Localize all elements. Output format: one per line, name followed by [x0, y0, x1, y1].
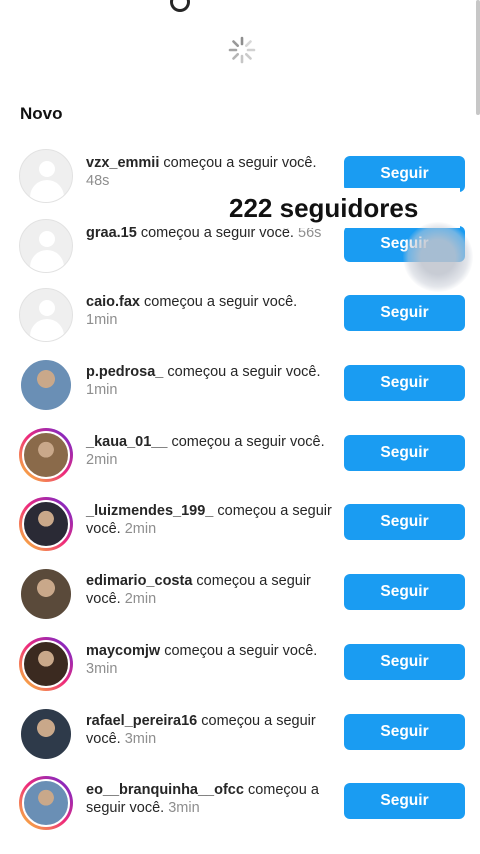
notification-text: rafael_pereira16 começou a seguir você. … [86, 712, 332, 748]
notification-row[interactable]: eo__branquinha__ofcc começou a seguir vo… [0, 767, 480, 837]
follow-button[interactable]: Seguir [344, 574, 465, 611]
notification-text: eo__branquinha__ofcc começou a seguir vo… [86, 781, 332, 817]
section-title-new: Novo [20, 104, 63, 123]
avatar[interactable] [19, 358, 73, 413]
notification-text: vzx_emmii começou a seguir você. 48s [86, 154, 332, 190]
avatar[interactable] [19, 706, 73, 761]
timestamp: 3min [86, 660, 118, 677]
loading-spinner-icon [228, 36, 256, 64]
username[interactable]: caio.fax [86, 294, 140, 310]
avatar[interactable] [19, 497, 73, 552]
touch-indicator [403, 222, 473, 292]
notification-row[interactable]: edimario_costa começou a seguir você. 2m… [0, 558, 480, 628]
notification-row[interactable]: maycomjw começou a seguir você. 3min Segu… [0, 628, 480, 698]
follow-button[interactable]: Seguir [344, 504, 465, 541]
follower-count-overlay: 222 seguidores [222, 188, 460, 228]
notification-text: p.pedrosa_ começou a seguir você. 1min [86, 363, 332, 399]
notification-text: _kaua_01__ começou a seguir você. 2min [86, 433, 332, 469]
notification-action: começou a seguir você. [163, 155, 317, 171]
avatar-photo [22, 639, 70, 688]
avatar-photo [22, 430, 70, 479]
person-icon[interactable] [19, 149, 73, 203]
notification-text: caio.fax começou a seguir você. 1min [86, 293, 332, 329]
notification-text: _luizmendes_199_ começou a seguir você. … [86, 502, 332, 538]
notification-action: começou a seguir você. [167, 364, 321, 381]
follow-button[interactable]: Seguir [344, 713, 465, 750]
username[interactable]: eo__branquinha__ofcc [86, 782, 244, 798]
top-bar-cut [0, 0, 480, 12]
username[interactable]: _luizmendes_199_ [86, 503, 213, 519]
username[interactable]: p.pedrosa_ [86, 364, 163, 380]
notification-action: começou a seguir você. [171, 433, 325, 450]
notification-text: edimario_costa começou a seguir você. 2m… [86, 572, 332, 608]
username[interactable]: graa.15 [86, 225, 137, 241]
notification-row[interactable]: _luizmendes_199_ começou a seguir você. … [0, 488, 480, 558]
notification-row[interactable]: _kaua_01__ começou a seguir você. 2min Se… [0, 419, 480, 489]
username[interactable]: _kaua_01__ [86, 434, 167, 450]
notification-action: começou a seguir você. [164, 642, 318, 659]
username[interactable]: edimario_costa [86, 573, 192, 589]
timestamp: 2min [124, 591, 157, 608]
avatar[interactable] [19, 427, 73, 482]
follow-button[interactable]: Seguir [344, 156, 465, 192]
timestamp: 48s [86, 173, 110, 189]
avatar-photo [19, 567, 73, 622]
notification-row[interactable]: rafael_pereira16 começou a seguir você. … [0, 698, 480, 768]
avatar[interactable] [19, 636, 73, 691]
notification-row[interactable]: caio.fax começou a seguir você. 1min Segu… [0, 279, 480, 349]
timestamp: 1min [86, 312, 118, 329]
avatar[interactable] [19, 776, 73, 831]
timestamp: 3min [124, 730, 157, 747]
username[interactable]: rafael_pereira16 [86, 713, 197, 729]
timestamp: 1min [86, 382, 118, 399]
follow-button[interactable]: Seguir [344, 295, 465, 332]
person-icon[interactable] [19, 288, 73, 343]
follow-button[interactable]: Seguir [344, 643, 465, 680]
follow-button[interactable]: Seguir [344, 783, 465, 820]
header-glyph-partial [170, 0, 190, 12]
notification-text: maycomjw começou a seguir você. 3min [86, 642, 332, 678]
avatar-photo [22, 779, 70, 828]
avatar-photo [22, 500, 70, 549]
scroll-indicator[interactable] [476, 0, 480, 115]
person-icon[interactable] [19, 218, 73, 273]
avatar[interactable] [19, 567, 73, 622]
follow-button[interactable]: Seguir [344, 434, 465, 471]
follow-button[interactable]: Seguir [344, 365, 465, 402]
username[interactable]: vzx_emmii [86, 155, 159, 171]
avatar-photo [19, 706, 73, 761]
timestamp: 2min [86, 451, 118, 468]
avatar-photo [19, 358, 73, 413]
timestamp: 2min [124, 521, 157, 538]
timestamp: 3min [168, 800, 200, 817]
username[interactable]: maycomjw [86, 643, 160, 659]
notification-action: começou a seguir você. [144, 294, 298, 311]
notification-row[interactable]: p.pedrosa_ começou a seguir você. 1min Se… [0, 349, 480, 419]
